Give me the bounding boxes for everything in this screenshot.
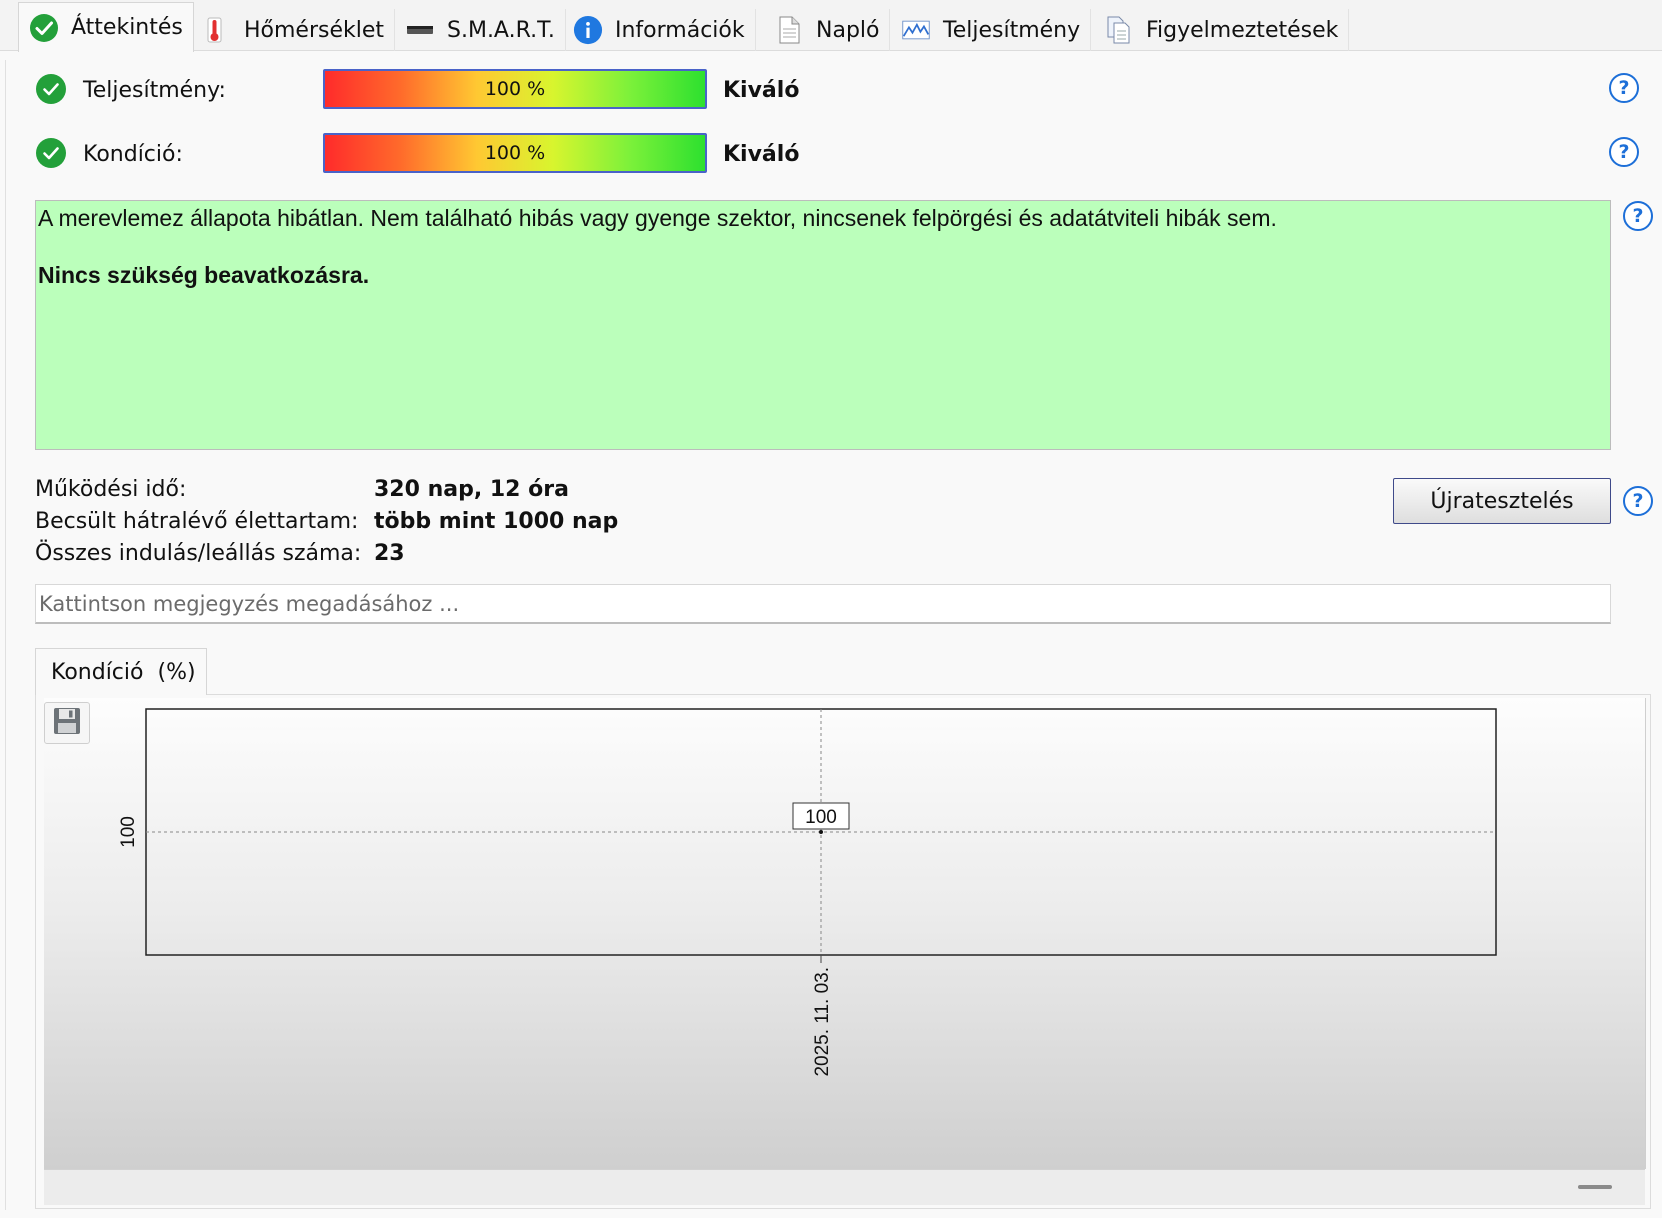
check-circle-icon (36, 74, 66, 104)
startstop-label: Összes indulás/leállás száma: (35, 541, 362, 566)
tab-label: Napló (816, 17, 880, 43)
document-icon (774, 15, 804, 45)
tab-overview[interactable]: Áttekintés (18, 2, 194, 52)
y-tick-label: 100 (118, 816, 139, 848)
condition-chart: 100 2025. 11. 03. 100 (118, 708, 1497, 1077)
performance-bar-text: 100 % (484, 78, 546, 100)
thermometer-icon (202, 15, 232, 45)
status-message-box: A merevlemez állapota hibátlan. Nem talá… (35, 200, 1611, 450)
tab-bar: Áttekintés Hőmérséklet S.M.A.R.T. Inform… (0, 0, 1662, 52)
condition-label: Kondíció: (83, 142, 183, 167)
info-icon (573, 15, 603, 45)
window-left-edge (0, 60, 6, 1210)
copy-documents-icon (1104, 15, 1134, 45)
note-input[interactable]: Kattintson megjegyzés megadásához ... (35, 584, 1611, 624)
tab-condition-chart[interactable]: Kondíció (%) (35, 648, 207, 695)
app-window: Áttekintés Hőmérséklet S.M.A.R.T. Inform… (0, 0, 1662, 1218)
help-icon[interactable]: ? (1623, 486, 1653, 516)
save-icon (52, 706, 82, 740)
help-icon[interactable]: ? (1623, 201, 1653, 231)
data-label: 100 (805, 807, 837, 828)
tab-warnings[interactable]: Figyelmeztetések (1094, 9, 1350, 51)
data-point (819, 830, 823, 834)
chart-scroll-strip (44, 1169, 1645, 1205)
chart-tab-label: Kondíció (51, 659, 144, 685)
tab-label: S.M.A.R.T. (447, 17, 555, 43)
save-chart-button[interactable] (44, 702, 90, 744)
tab-label: Teljesítmény (943, 17, 1081, 43)
tab-performance[interactable]: Teljesítmény (891, 9, 1092, 51)
retest-button[interactable]: Újratesztelés (1393, 478, 1611, 524)
help-icon[interactable]: ? (1609, 137, 1639, 167)
tab-label: Információk (615, 17, 745, 43)
performance-chart-icon (901, 15, 931, 45)
chart-right-edge (1645, 698, 1646, 1169)
lifetime-value: több mint 1000 nap (374, 509, 619, 534)
performance-row: Teljesítmény: 100 % Kiváló ? (0, 66, 1662, 116)
chart-tab-unit: (%) (157, 659, 196, 685)
chart-zoom-handle[interactable] (1578, 1185, 1612, 1189)
condition-row: Kondíció: 100 % Kiváló ? (0, 130, 1662, 180)
tab-smart[interactable]: S.M.A.R.T. (395, 9, 566, 51)
tab-label: Áttekintés (71, 15, 183, 40)
disk-drive-icon (405, 15, 435, 45)
uptime-value: 320 nap, 12 óra (374, 477, 569, 502)
performance-bar: 100 % (323, 69, 707, 109)
performance-label: Teljesítmény: (83, 78, 226, 103)
tab-label: Hőmérséklet (244, 17, 385, 43)
startstop-value: 23 (374, 541, 405, 566)
lifetime-label: Becsült hátralévő élettartam: (35, 509, 359, 534)
check-circle-icon (36, 138, 66, 168)
performance-verdict: Kiváló (723, 78, 800, 103)
tab-log[interactable]: Napló (764, 9, 891, 51)
tab-temperature[interactable]: Hőmérséklet (192, 9, 396, 51)
x-tick-label: 2025. 11. 03. (812, 967, 833, 1077)
condition-bar: 100 % (323, 133, 707, 173)
note-placeholder: Kattintson megjegyzés megadásához ... (39, 591, 460, 616)
condition-verdict: Kiváló (723, 142, 800, 167)
uptime-label: Működési idő: (35, 477, 187, 502)
check-circle-icon (29, 13, 59, 43)
status-message-text: A merevlemez állapota hibátlan. Nem talá… (38, 205, 1277, 231)
tab-information[interactable]: Információk (563, 9, 756, 51)
condition-bar-text: 100 % (484, 142, 546, 164)
status-recommendation: Nincs szükség beavatkozásra. (38, 262, 370, 288)
help-icon[interactable]: ? (1609, 73, 1639, 103)
tab-label: Figyelmeztetések (1146, 17, 1339, 43)
